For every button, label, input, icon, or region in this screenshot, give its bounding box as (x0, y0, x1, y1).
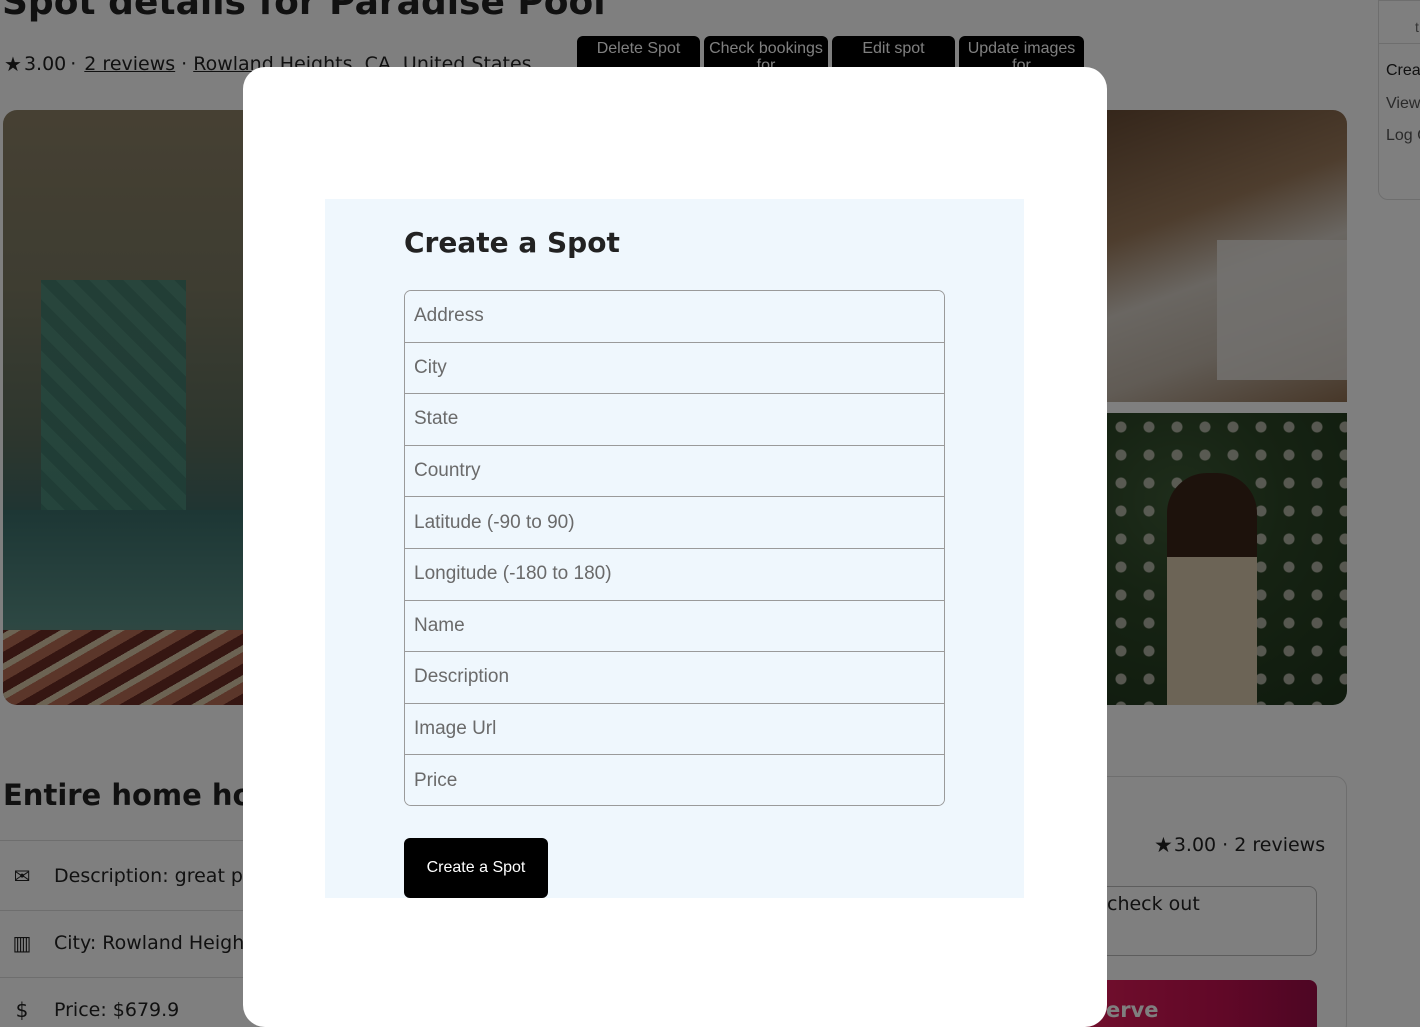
form-title: Create a Spot (404, 226, 620, 259)
image-url-input[interactable] (405, 703, 944, 756)
country-input[interactable] (405, 445, 944, 498)
price-input[interactable] (405, 755, 944, 805)
latitude-input[interactable] (405, 497, 944, 549)
form-fields (404, 290, 945, 806)
name-input[interactable] (405, 600, 944, 653)
address-input[interactable] (405, 291, 944, 343)
create-spot-button[interactable]: Create a Spot (404, 838, 548, 898)
state-input[interactable] (405, 394, 944, 446)
description-input[interactable] (405, 652, 944, 704)
city-input[interactable] (405, 342, 944, 395)
longitude-input[interactable] (405, 548, 944, 601)
